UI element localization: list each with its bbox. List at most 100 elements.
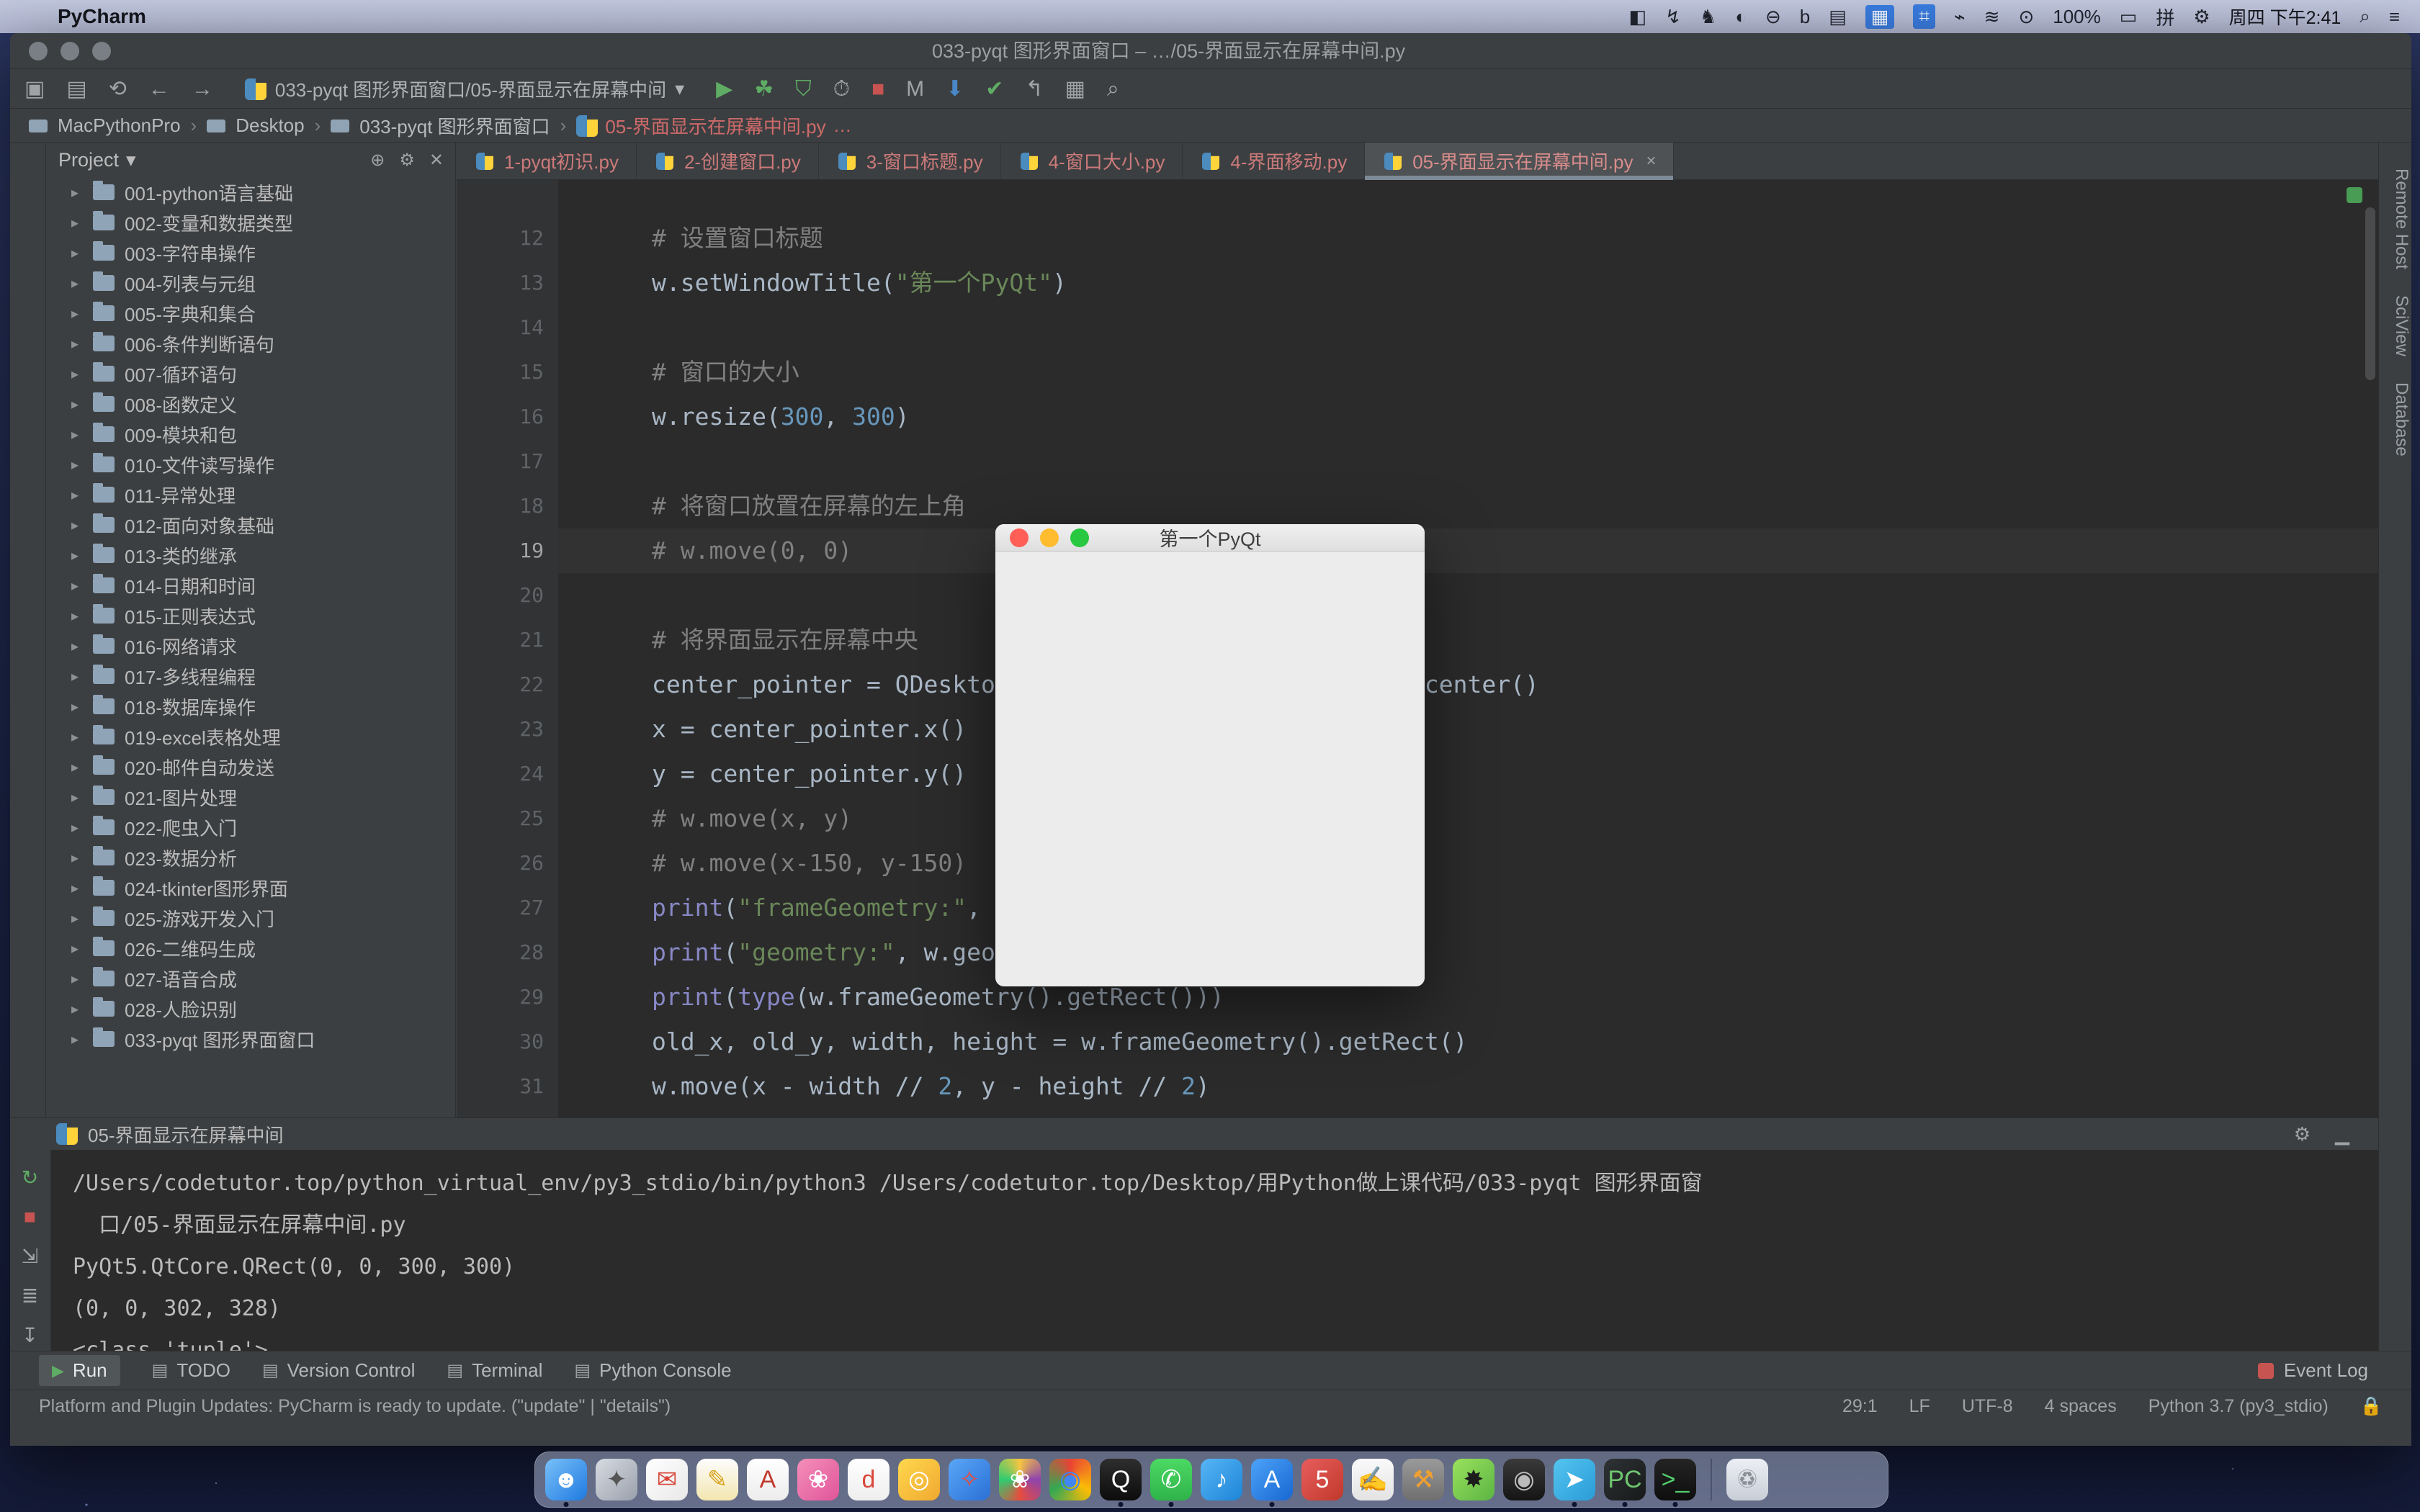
chevron-right-icon[interactable]: ▸ — [71, 546, 93, 564]
chevron-right-icon[interactable]: ▸ — [71, 335, 93, 353]
chevron-right-icon[interactable]: ▸ — [71, 607, 93, 625]
chevron-right-icon[interactable]: ▸ — [71, 1030, 93, 1048]
dock-icon-photos-pink[interactable]: ❀ — [797, 1459, 839, 1500]
editor-tab[interactable]: 1-pyqt初识.py — [457, 143, 637, 179]
dock-icon-chrome[interactable]: ◉ — [1049, 1459, 1091, 1500]
dock-icon-quicktime[interactable]: ◉ — [1503, 1459, 1545, 1500]
tree-row-folder[interactable]: ▸027-语音合成 — [47, 963, 455, 994]
inspections-indicator[interactable] — [2347, 187, 2362, 203]
menu-status-icon-▭[interactable]: ▭ — [2120, 6, 2138, 28]
tree-row-folder[interactable]: ▸014-日期和时间 — [47, 570, 455, 600]
line-number[interactable]: 20 — [486, 573, 544, 618]
line-number[interactable]: 30 — [486, 1020, 544, 1064]
tree-row-folder[interactable]: ▸024-tkinter图形界面 — [47, 873, 455, 903]
toolbar-action-3[interactable]: ⏱ — [833, 77, 850, 102]
line-number[interactable]: 12 — [486, 216, 544, 261]
tree-row-folder[interactable]: ▸033-pyqt 图形界面窗口 — [47, 1024, 455, 1054]
dock-icon-notes[interactable]: ✎ — [696, 1459, 738, 1500]
line-number[interactable]: 27 — [486, 886, 544, 930]
tree-row-folder[interactable]: ▸011-异常处理 — [47, 480, 455, 510]
toolbar-action-2[interactable]: ⛉ — [795, 77, 812, 102]
chevron-right-icon[interactable]: ▸ — [71, 728, 93, 746]
right-rail-label-remote-host[interactable]: Remote Host — [2379, 168, 2411, 269]
dock-icon-telegram[interactable]: ➤ — [1554, 1459, 1595, 1500]
chevron-right-icon[interactable]: ▸ — [71, 486, 93, 504]
toolbar-action-6[interactable]: ⬇ — [946, 76, 964, 102]
dock-icon-qq[interactable]: Q — [1100, 1459, 1142, 1500]
tree-row-folder[interactable]: ▸009-模块和包 — [47, 419, 455, 449]
toolbar-action-7[interactable]: ✔ — [985, 76, 1003, 102]
dock-icon-qq-music[interactable]: ♪ — [1201, 1459, 1242, 1500]
line-number[interactable]: 31 — [486, 1064, 544, 1109]
toolbar-action-1[interactable]: ☘ — [754, 76, 774, 102]
run-rail-icon-0[interactable]: ↻ — [10, 1166, 50, 1189]
pyqt-app-window[interactable]: 第一个PyQt — [995, 524, 1425, 986]
menu-status-icon-⊖[interactable]: ⊖ — [1765, 6, 1781, 28]
tree-row-folder[interactable]: ▸025-游戏开发入门 — [47, 903, 455, 933]
line-number[interactable]: 15 — [486, 350, 544, 395]
chevron-right-icon[interactable]: ▸ — [71, 758, 93, 776]
tree-row-folder[interactable]: ▸002-变量和数据类型 — [47, 207, 455, 238]
chevron-right-icon[interactable]: ▸ — [71, 214, 93, 232]
line-number[interactable]: 24 — [486, 752, 544, 796]
project-panel-header[interactable]: Project ▾ ⊕⚙✕ — [47, 143, 455, 177]
tree-row-folder[interactable]: ▸017-多线程编程 — [47, 661, 455, 691]
close-window-button[interactable] — [29, 42, 48, 60]
dock-icon-terminal[interactable]: >_ — [1654, 1459, 1696, 1500]
project-header-icon-0[interactable]: ⊕ — [370, 150, 385, 171]
menu-status-icon-≋[interactable]: ≋ — [1984, 6, 2000, 28]
editor-tab[interactable]: 4-窗口大小.py — [1001, 143, 1183, 179]
line-number[interactable]: 28 — [486, 930, 544, 975]
tree-row-folder[interactable]: ▸023-数据分析 — [47, 842, 455, 873]
menu-status-icon-拼[interactable]: 拼 — [2156, 4, 2174, 30]
line-number[interactable]: 14 — [486, 305, 544, 350]
project-header-icon-2[interactable]: ✕ — [429, 150, 444, 171]
chevron-right-icon[interactable]: ▸ — [71, 577, 93, 595]
dock-icon-trash[interactable]: ♽ — [1726, 1459, 1768, 1500]
toolbar-action-4[interactable]: ■ — [871, 77, 884, 102]
toolbar-action-9[interactable]: ▦ — [1065, 76, 1085, 102]
toolbar-icon-2[interactable]: ⟲ — [109, 76, 127, 102]
line-number[interactable]: 23 — [486, 707, 544, 752]
dock-icon-pycharm[interactable]: PC — [1604, 1459, 1646, 1500]
close-icon[interactable]: × — [1646, 151, 1656, 171]
dock-icon-wechat[interactable]: ✆ — [1150, 1459, 1192, 1500]
toolbar-action-10[interactable]: ⌕ — [1107, 77, 1119, 102]
chevron-right-icon[interactable]: ▸ — [71, 970, 93, 988]
toolbar-action-0[interactable]: ▶ — [716, 76, 732, 102]
toolbar-icon-3[interactable]: ← — [148, 77, 170, 102]
minimize-window-button[interactable] — [60, 42, 79, 60]
menu-status-icon-◧[interactable]: ◧ — [1629, 6, 1647, 28]
tree-row-folder[interactable]: ▸019-excel表格处理 — [47, 721, 455, 752]
toolbar-icon-0[interactable]: ▣ — [24, 76, 45, 102]
chevron-right-icon[interactable]: ▸ — [71, 819, 93, 837]
tool-window-button-todo[interactable]: ▤TODO — [152, 1359, 230, 1382]
chevron-right-icon[interactable]: ▸ — [71, 305, 93, 323]
status-widget-5[interactable]: 🔒 — [2360, 1396, 2383, 1417]
toolbar-icon-1[interactable]: ▤ — [66, 76, 86, 102]
tree-row-folder[interactable]: ▸020-邮件自动发送 — [47, 752, 455, 782]
chevron-right-icon[interactable]: ▸ — [71, 365, 93, 383]
menu-status-icon-◐[interactable]: ◐ — [1735, 6, 1747, 28]
chevron-right-icon[interactable]: ▸ — [71, 909, 93, 927]
breadcrumb-file[interactable]: 05-界面显示在屏幕中间.py… — [576, 112, 851, 139]
chevron-right-icon[interactable]: ▸ — [71, 274, 93, 292]
menu-status-icon-▦[interactable]: ▦ — [1865, 5, 1895, 29]
tree-row-folder[interactable]: ▸008-函数定义 — [47, 389, 455, 419]
run-rail-icon-2[interactable]: ⇲ — [10, 1244, 50, 1268]
toolbar-action-8[interactable]: ↰ — [1025, 76, 1043, 102]
chevron-right-icon[interactable]: ▸ — [71, 788, 93, 806]
chevron-right-icon[interactable]: ▸ — [71, 516, 93, 534]
status-widget-0[interactable]: 29:1 — [1842, 1396, 1878, 1417]
tree-row-folder[interactable]: ▸015-正则表达式 — [47, 600, 455, 631]
pyqt-title-bar[interactable]: 第一个PyQt — [995, 524, 1425, 552]
line-number[interactable]: 18 — [486, 484, 544, 528]
run-configuration-selector[interactable]: 033-pyqt 图形界面窗口/05-界面显示在屏幕中间▾ — [235, 74, 694, 104]
dock-icon-launchpad[interactable]: ✦ — [596, 1459, 637, 1500]
dock-icon-mail[interactable]: ✉ — [646, 1459, 688, 1500]
menu-status-icon-⌁[interactable]: ⌁ — [1954, 6, 1966, 28]
dock-icon-dingtalk[interactable]: ✸ — [1453, 1459, 1494, 1500]
project-header-icon-1[interactable]: ⚙ — [399, 150, 415, 171]
run-tab-label[interactable]: 05-界面显示在屏幕中间 — [88, 1121, 284, 1148]
tree-row-folder[interactable]: ▸005-字典和集合 — [47, 298, 455, 328]
